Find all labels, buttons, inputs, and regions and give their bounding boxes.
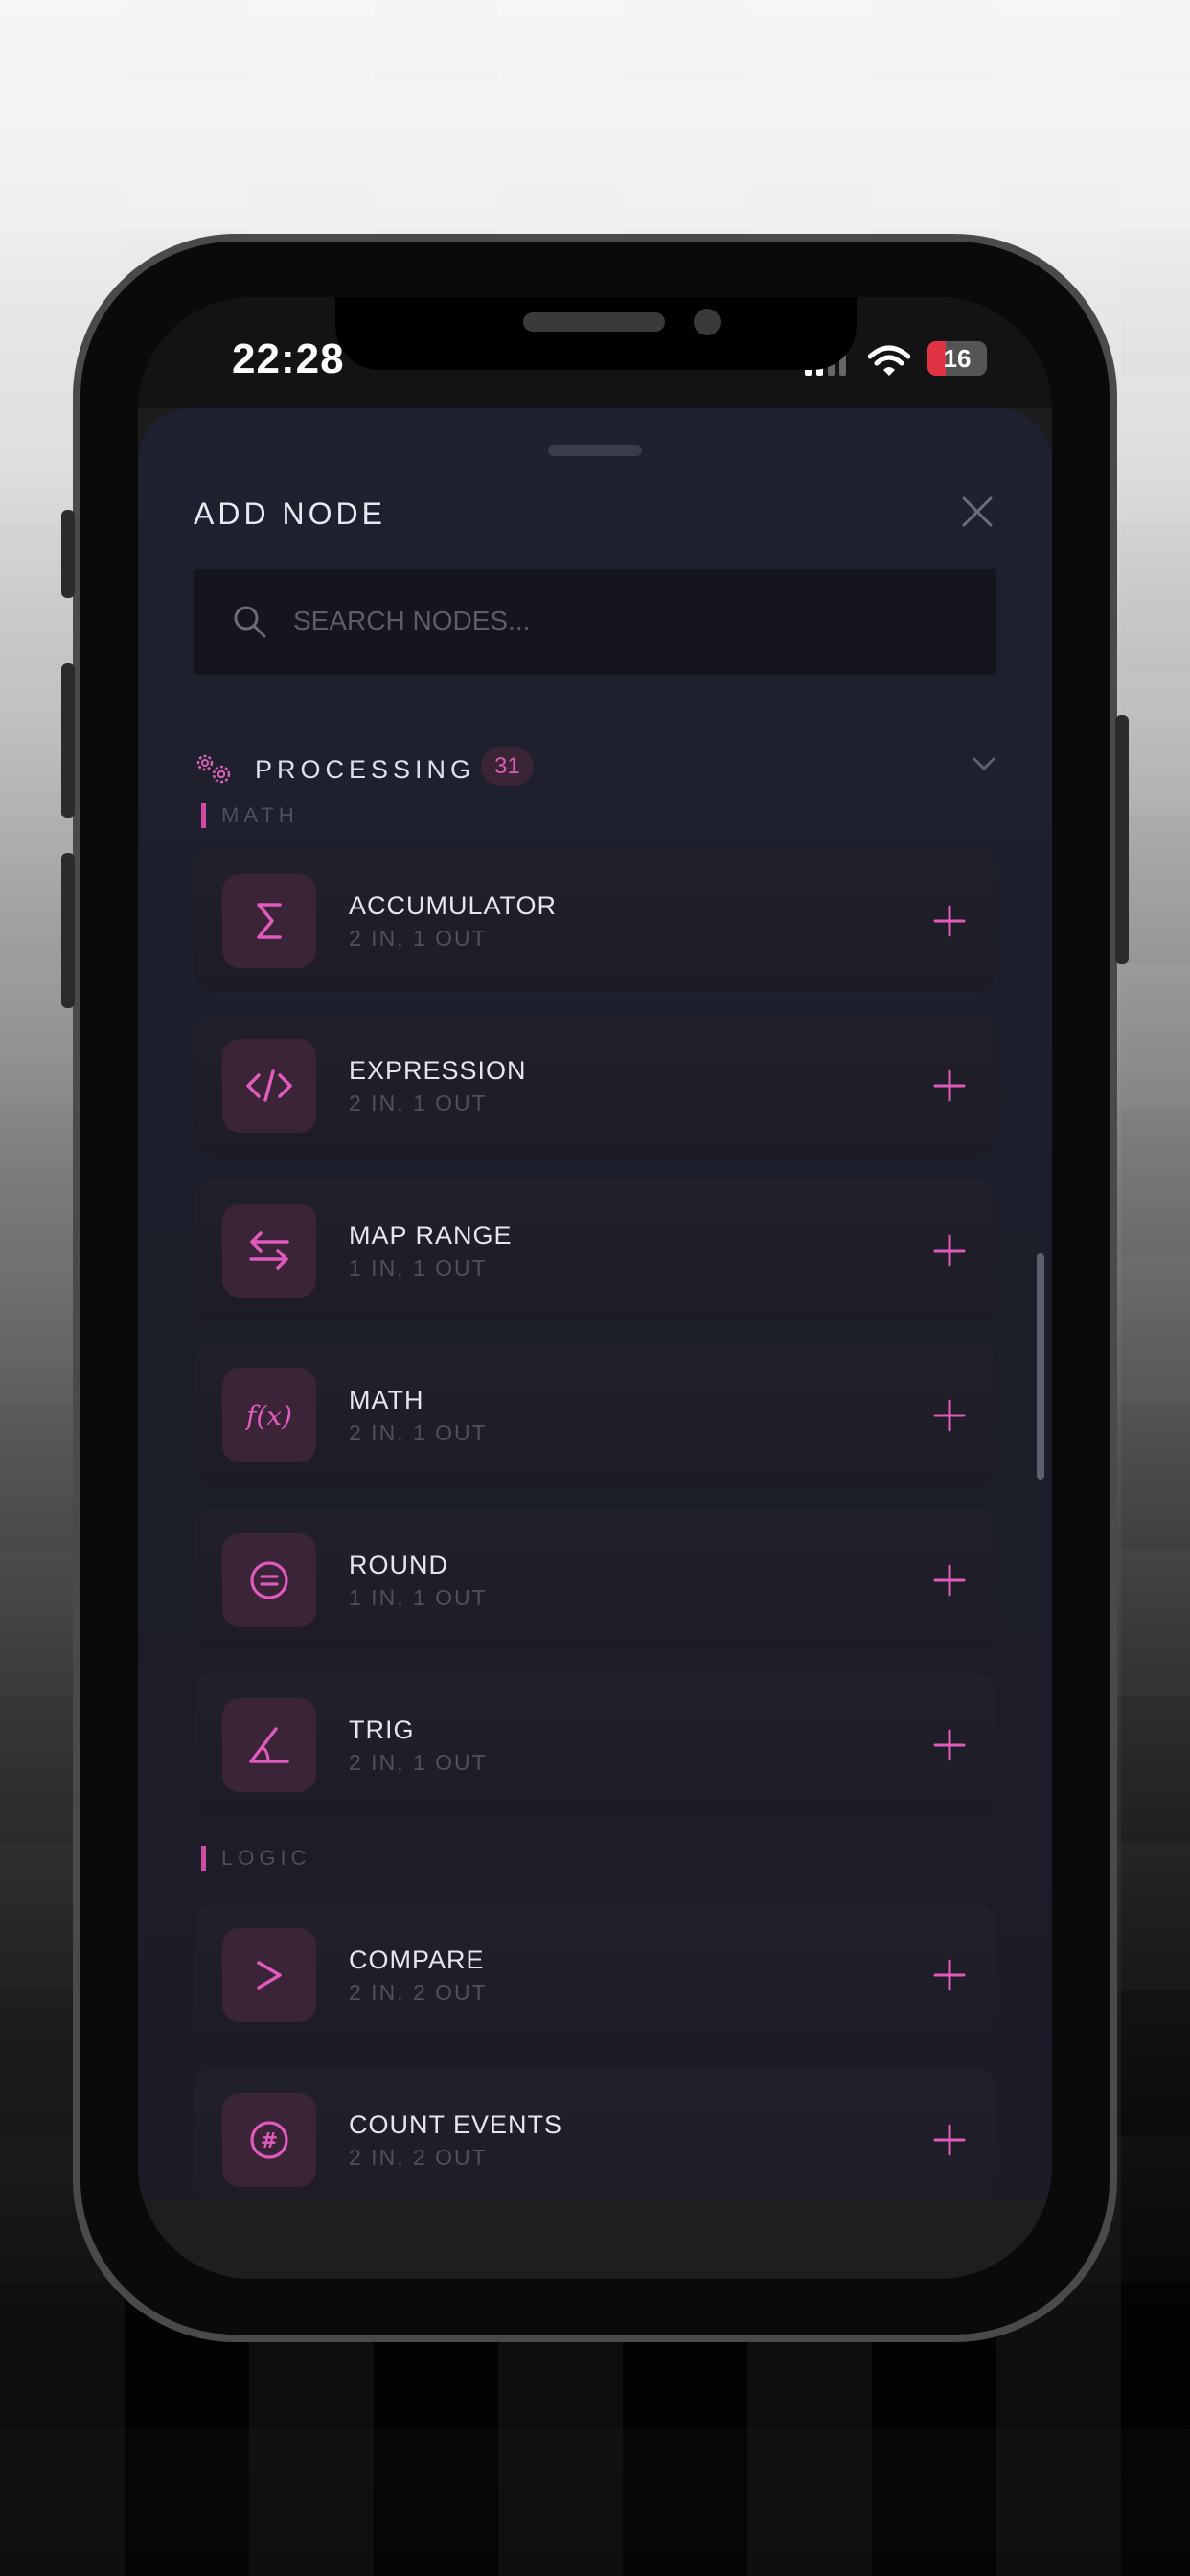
bottom-bar <box>138 2200 1052 2279</box>
node-icon-tile <box>222 1204 316 1298</box>
add-icon[interactable] <box>927 1723 972 1767</box>
node-name: ROUND <box>349 1551 448 1579</box>
node-name: ACCUMULATOR <box>349 891 558 920</box>
node-icon-tile <box>222 1039 316 1133</box>
node-io: 2 IN, 1 OUT <box>349 926 488 951</box>
battery-indicator: 16 <box>927 341 987 376</box>
equals-circle-icon <box>250 1561 288 1599</box>
greater-than-icon <box>257 1961 282 1990</box>
phone-volume-down <box>61 853 75 1008</box>
node-name: COMPARE <box>349 1945 485 1974</box>
svg-text:ƒ(x): ƒ(x) <box>245 1400 292 1432</box>
search-input[interactable]: SEARCH NODES... <box>194 569 996 675</box>
add-icon[interactable] <box>927 1953 972 1997</box>
function-icon: ƒ(x) <box>245 1400 292 1432</box>
phone-volume-up <box>61 663 75 818</box>
node-row-accumulator[interactable]: ACCUMULATOR 2 IN, 1 OUT <box>194 849 996 993</box>
node-name: EXPRESSION <box>349 1056 527 1085</box>
sheet-grabber[interactable] <box>548 445 642 456</box>
node-io: 1 IN, 1 OUT <box>349 1255 488 1280</box>
front-camera <box>694 309 721 335</box>
add-icon[interactable] <box>927 899 972 943</box>
chevron-down-icon[interactable] <box>972 755 996 772</box>
node-row-count-events[interactable]: # COUNT EVENTS 2 IN, 2 OUT <box>194 2068 996 2200</box>
status-time: 22:28 <box>232 335 345 382</box>
speaker-grille <box>523 312 665 332</box>
node-row-compare[interactable]: COMPARE 2 IN, 2 OUT <box>194 1903 996 2047</box>
angle-icon <box>249 1727 289 1763</box>
node-name: MATH <box>349 1386 424 1414</box>
gears-icon <box>196 754 231 784</box>
node-row-round[interactable]: ROUND 1 IN, 1 OUT <box>194 1508 996 1652</box>
search-placeholder: SEARCH NODES... <box>293 606 531 635</box>
add-node-sheet: ADD NODE SEARCH NODES... PROCESSING 31 M… <box>138 408 1052 2200</box>
notch <box>335 297 857 370</box>
wifi-icon <box>868 345 910 376</box>
group-label-logic: LOGIC <box>201 1846 310 1871</box>
search-icon <box>234 606 266 638</box>
node-row-math[interactable]: ƒ(x) MATH 2 IN, 1 OUT <box>194 1344 996 1487</box>
battery-percent: 16 <box>943 344 972 373</box>
scrollbar[interactable] <box>1037 1254 1044 1480</box>
node-row-trig[interactable]: TRIG 2 IN, 1 OUT <box>194 1673 996 1817</box>
node-name: TRIG <box>349 1715 415 1744</box>
add-icon[interactable] <box>927 1558 972 1602</box>
phone-power-button <box>1115 715 1129 964</box>
phone-silent-switch <box>61 510 75 598</box>
node-icon-tile: ƒ(x) <box>222 1368 316 1462</box>
add-icon[interactable] <box>927 1229 972 1273</box>
add-icon[interactable] <box>927 1393 972 1438</box>
node-io: 1 IN, 1 OUT <box>349 1585 488 1610</box>
sheet-title: ADD NODE <box>194 496 386 531</box>
node-io: 2 IN, 1 OUT <box>349 1091 488 1116</box>
node-name: MAP RANGE <box>349 1221 513 1250</box>
add-icon[interactable] <box>927 1064 972 1108</box>
category-header-processing[interactable]: PROCESSING 31 <box>194 742 996 795</box>
svg-text:#: # <box>261 2129 278 2153</box>
node-name: COUNT EVENTS <box>349 2110 563 2139</box>
code-icon <box>246 1070 292 1102</box>
close-icon[interactable] <box>958 493 996 531</box>
arrows-icon <box>249 1231 289 1270</box>
node-io: 2 IN, 1 OUT <box>349 1750 488 1775</box>
node-icon-tile <box>222 1533 316 1627</box>
node-icon-tile <box>222 1928 316 2022</box>
status-bar: 22:28 16 <box>138 297 1052 408</box>
add-icon[interactable] <box>927 2118 972 2162</box>
sigma-icon <box>257 903 282 939</box>
node-row-map-range[interactable]: MAP RANGE 1 IN, 1 OUT <box>194 1179 996 1322</box>
node-io: 2 IN, 2 OUT <box>349 2145 488 2170</box>
node-icon-tile <box>222 874 316 968</box>
node-icon-tile <box>222 1698 316 1792</box>
group-label-math: MATH <box>201 803 299 828</box>
category-count-badge: 31 <box>481 748 534 786</box>
node-row-expression[interactable]: EXPRESSION 2 IN, 1 OUT <box>194 1014 996 1158</box>
node-io: 2 IN, 2 OUT <box>349 1980 488 2005</box>
node-io: 2 IN, 1 OUT <box>349 1420 488 1445</box>
hash-circle-icon: # <box>250 2121 288 2159</box>
node-icon-tile: # <box>222 2093 316 2187</box>
category-name: PROCESSING <box>255 755 476 784</box>
screen: 22:28 16 ADD NODE SEARCH NODES... PROCES… <box>138 297 1052 2279</box>
